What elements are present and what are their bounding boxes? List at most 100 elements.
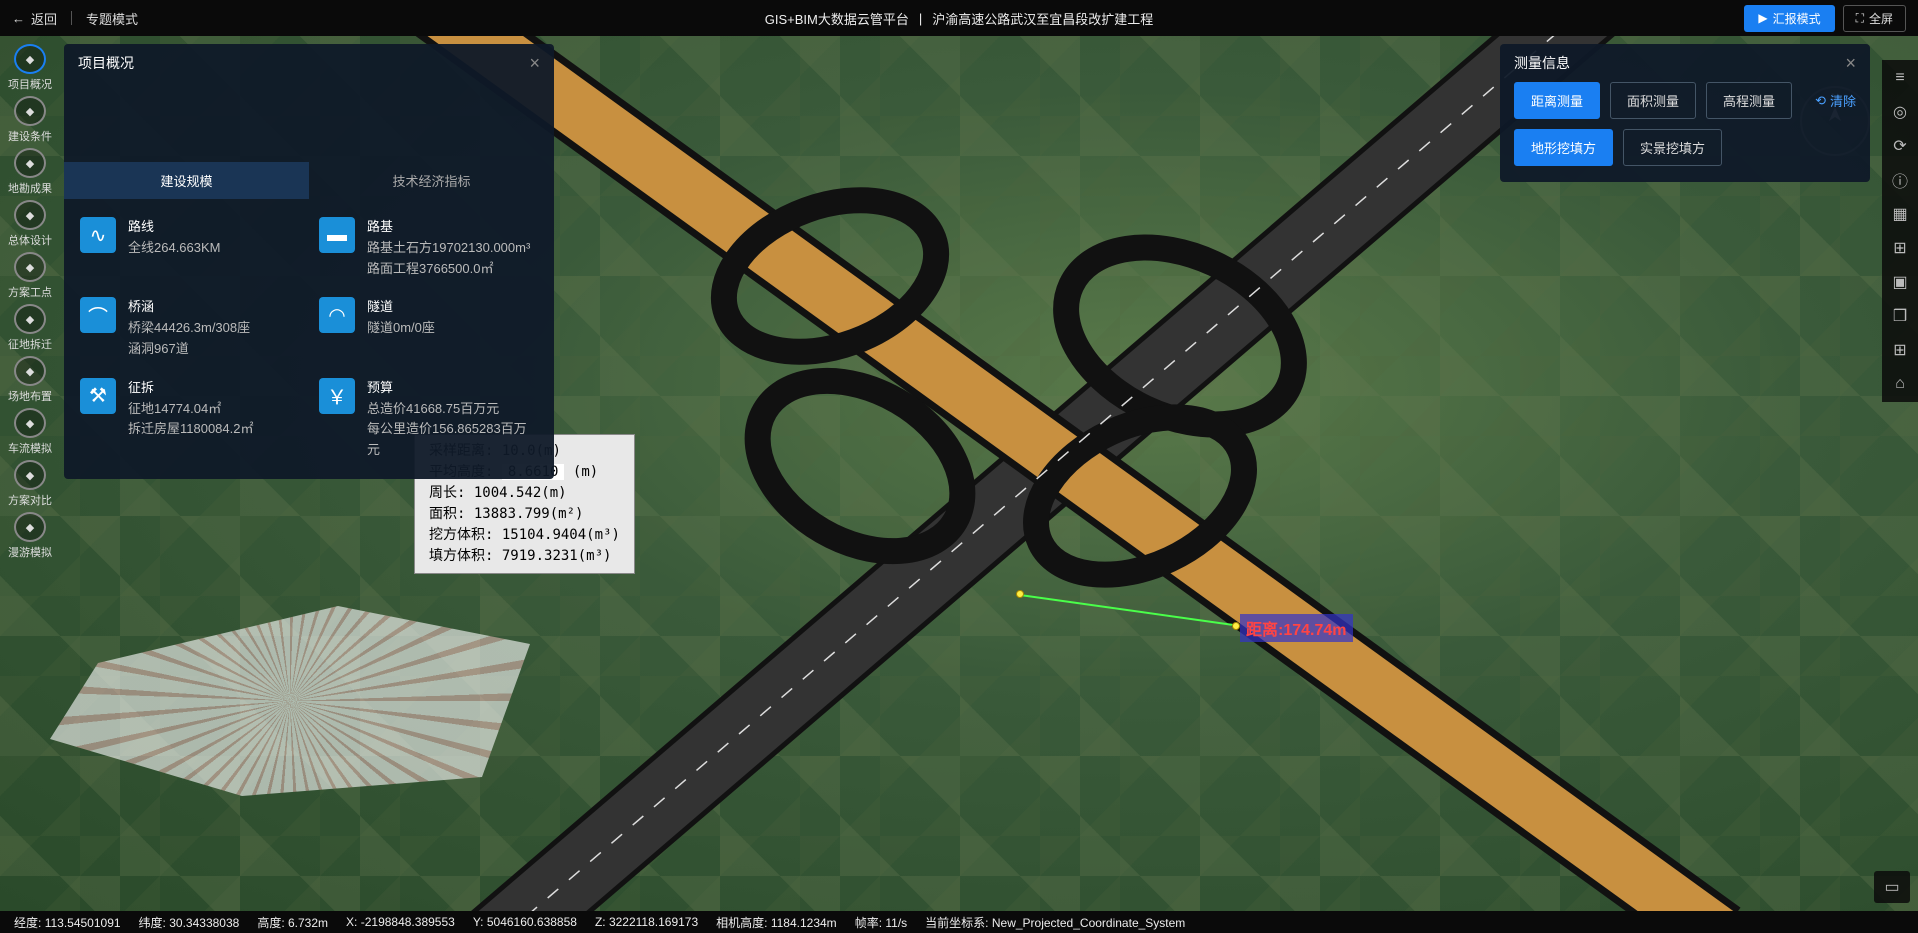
stat-value: 全线264.663KM xyxy=(128,238,221,259)
ruler-icon[interactable]: ⊞ xyxy=(1890,238,1910,258)
top-header: ← 返回 专题模式 GIS+BIM大数据云管平台 | 沪渝高速公路武汉至宜昌段改… xyxy=(0,0,1918,36)
stat-value: 桥梁44426.3m/308座 xyxy=(128,318,250,339)
report-label: 汇报模式 xyxy=(1773,10,1821,27)
status-x: X: -2198848.389553 xyxy=(346,915,455,929)
status-fps: 帧率: 11/s xyxy=(855,914,907,931)
measure-point[interactable] xyxy=(1016,590,1024,598)
stat-title: 隧道 xyxy=(367,297,435,318)
project-overview-panel: 项目概况 × 建设规模 技术经济指标 ∿路线全线264.663KM▬路基路基土石… xyxy=(64,44,554,479)
sidebar-icon: ◆ xyxy=(14,148,46,178)
sidebar-item[interactable]: ◆总体设计 xyxy=(6,200,54,248)
status-y: Y: 5046160.638858 xyxy=(473,915,577,929)
arrow-left-icon: ← xyxy=(12,11,25,26)
sidebar-icon: ◆ xyxy=(14,460,46,490)
fullscreen-label: 全屏 xyxy=(1869,10,1893,27)
status-z: Z: 3222118.169173 xyxy=(595,915,698,929)
left-sidebar: ◆项目概况◆建设条件◆地勘成果◆总体设计◆方案工点◆征地拆迁◆场地布置◆车流模拟… xyxy=(6,44,54,560)
stat-value: 隧道0m/0座 xyxy=(367,318,435,339)
layers-icon[interactable]: ≡ xyxy=(1890,68,1910,88)
stats-grid: ∿路线全线264.663KM▬路基路基土石方19702130.000m³路面工程… xyxy=(64,199,554,479)
status-crs: 当前坐标系: New_Projected_Coordinate_System xyxy=(925,914,1185,931)
sidebar-item[interactable]: ◆项目概况 xyxy=(6,44,54,92)
sidebar-label: 建设条件 xyxy=(8,128,52,144)
sidebar-item[interactable]: ◆方案工点 xyxy=(6,252,54,300)
panel-tabs: 建设规模 技术经济指标 xyxy=(64,162,554,199)
report-mode-button[interactable]: ▶ 汇报模式 xyxy=(1744,5,1834,32)
sidebar-label: 车流模拟 xyxy=(8,440,52,456)
sidebar-item[interactable]: ◆征地拆迁 xyxy=(6,304,54,352)
measure-point[interactable] xyxy=(1232,622,1240,630)
stat-title: 路线 xyxy=(128,217,221,238)
panel-title: 项目概况 xyxy=(78,53,134,73)
sidebar-icon: ◆ xyxy=(14,408,46,438)
apps-icon[interactable]: ⊞ xyxy=(1890,340,1910,360)
clear-button[interactable]: ⟲ 清除 xyxy=(1815,91,1856,110)
status-altitude: 高度: 6.732m xyxy=(257,914,328,931)
result-line: 面积: 13883.799(m²) xyxy=(429,504,620,525)
reset-icon: ⟲ xyxy=(1815,93,1826,109)
close-icon[interactable]: × xyxy=(1845,53,1856,74)
camera-button[interactable]: ▭ xyxy=(1874,871,1910,903)
measure-buttons-row1: 距离测量面积测量高程测量 ⟲ 清除 xyxy=(1500,82,1870,119)
tab-scale[interactable]: 建设规模 xyxy=(64,162,309,199)
stat-icon: ▬ xyxy=(319,217,355,253)
tab-tech-economy[interactable]: 技术经济指标 xyxy=(309,162,554,199)
sidebar-icon: ◆ xyxy=(14,356,46,386)
home-icon[interactable]: ⌂ xyxy=(1890,374,1910,394)
divider xyxy=(71,11,72,25)
sidebar-item[interactable]: ◆ 方案对比 xyxy=(6,460,54,508)
panel-title: 测量信息 xyxy=(1514,53,1570,73)
distance-label: 距离:174.74m xyxy=(1240,614,1353,642)
sidebar-label: 方案工点 xyxy=(8,284,52,300)
info-icon[interactable]: ⓘ xyxy=(1890,170,1910,190)
stat-item: ⌒桥涵桥梁44426.3m/308座涵洞967道 xyxy=(80,297,299,359)
grid-icon[interactable]: ▦ xyxy=(1890,204,1910,224)
fullscreen-button[interactable]: ⛶ 全屏 xyxy=(1843,5,1906,32)
locate-icon[interactable]: ◎ xyxy=(1890,102,1910,122)
header-center: GIS+BIM大数据云管平台 | 沪渝高速公路武汉至宜昌段改扩建工程 xyxy=(765,9,1154,28)
expand-icon: ⛶ xyxy=(1856,11,1864,26)
measure-type-button[interactable]: 距离测量 xyxy=(1514,82,1600,119)
sidebar-item[interactable]: ◆漫游模拟 xyxy=(6,512,54,560)
earthwork-type-button[interactable]: 地形挖填方 xyxy=(1514,129,1613,166)
stat-title: 路基 xyxy=(367,217,530,238)
close-icon[interactable]: × xyxy=(529,53,540,74)
sidebar-icon: ◆ xyxy=(14,96,46,126)
sidebar-item[interactable]: ◆ 车流模拟 xyxy=(6,408,54,456)
sidebar-icon: ◆ xyxy=(14,200,46,230)
mode-label[interactable]: 专题模式 xyxy=(86,9,138,28)
stat-item: ▬路基路基土石方19702130.000m³路面工程3766500.0㎡ xyxy=(319,217,538,279)
history-icon[interactable]: ⟳ xyxy=(1890,136,1910,156)
stat-item: ⚒征拆征地14774.04㎡拆迁房屋1180084.2㎡ xyxy=(80,378,299,461)
status-camera-height: 相机高度: 1184.1234m xyxy=(716,914,837,931)
measure-type-button[interactable]: 高程测量 xyxy=(1706,82,1792,119)
cube-icon[interactable]: ❒ xyxy=(1890,306,1910,326)
clear-label: 清除 xyxy=(1830,91,1856,110)
presentation-icon: ▶ xyxy=(1758,11,1767,25)
header-right: ▶ 汇报模式 ⛶ 全屏 xyxy=(1744,5,1906,32)
stat-value: 拆迁房屋1180084.2㎡ xyxy=(128,419,254,440)
result-line: 周长: 1004.542(m) xyxy=(429,483,620,504)
earthwork-type-button[interactable]: 实景挖填方 xyxy=(1623,129,1722,166)
stat-item: ◠隧道隧道0m/0座 xyxy=(319,297,538,359)
stat-item: ∿ 路线全线264.663KM xyxy=(80,217,299,279)
sidebar-item[interactable]: ◆ 场地布置 xyxy=(6,356,54,404)
stat-value: 总造价41668.75百万元 xyxy=(367,399,538,420)
sidebar-label: 场地布置 xyxy=(8,388,52,404)
stat-icon: ⌒ xyxy=(80,297,116,333)
sidebar-item[interactable]: ◆地勘成果 xyxy=(6,148,54,196)
measure-type-button[interactable]: 面积测量 xyxy=(1610,82,1696,119)
project-title: 沪渝高速公路武汉至宜昌段改扩建工程 xyxy=(932,9,1153,28)
stat-icon: ⚒ xyxy=(80,378,116,414)
stat-value: 涵洞967道 xyxy=(128,339,250,360)
back-label: 返回 xyxy=(31,9,57,28)
sidebar-item[interactable]: ◆ 建设条件 xyxy=(6,96,54,144)
stat-value: 征地14774.04㎡ xyxy=(128,399,254,420)
sidebar-icon: ◆ xyxy=(14,512,46,542)
panel-header: 项目概况 × xyxy=(64,44,554,82)
sidebar-label: 方案对比 xyxy=(8,492,52,508)
box-icon[interactable]: ▣ xyxy=(1890,272,1910,292)
stat-value: 路面工程3766500.0㎡ xyxy=(367,259,530,280)
stat-icon: ∿ xyxy=(80,217,116,253)
back-button[interactable]: ← 返回 xyxy=(12,9,57,28)
